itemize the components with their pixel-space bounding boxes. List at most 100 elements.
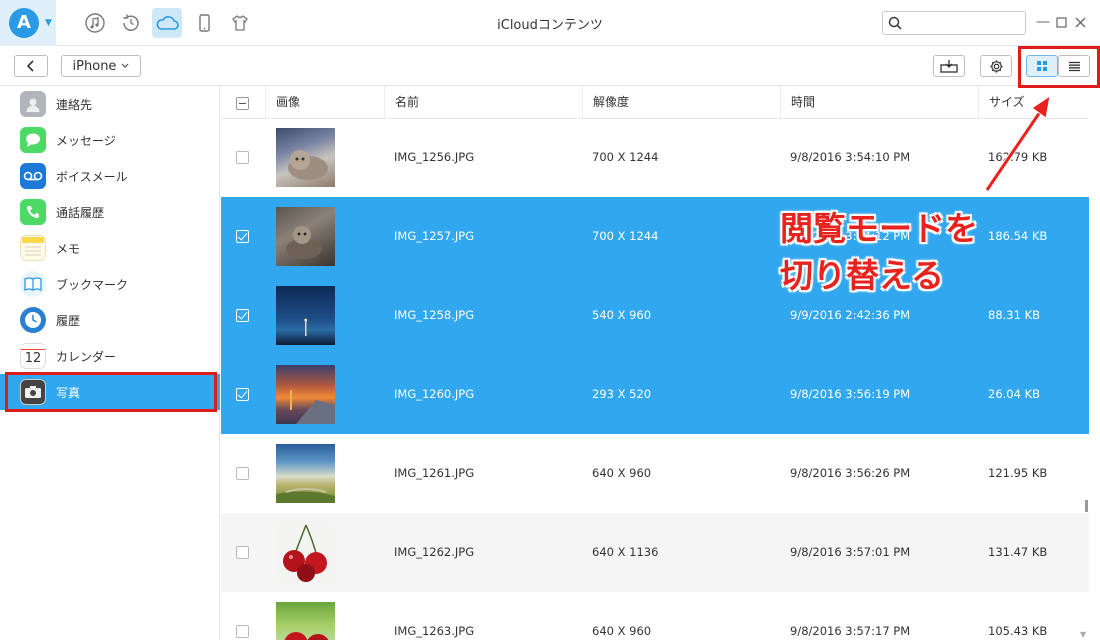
icloud-button[interactable] (152, 8, 182, 38)
cell-time: 9/8/2016 3:57:01 PM (790, 545, 911, 559)
list-view-icon (1068, 61, 1080, 71)
table-row[interactable]: IMG_1263.JPG 640 X 960 9/8/2016 3:57:17 … (221, 592, 1089, 640)
cell-size: 162.79 KB (988, 150, 1048, 164)
title-bar: A ▼ iCloudコンテンツ — (0, 0, 1100, 46)
sidebar-item-call-history[interactable]: 通話履歴 (0, 194, 220, 230)
annotation-line-2: 切り替える (780, 256, 945, 295)
cell-resolution: 640 X 960 (592, 466, 652, 480)
maximize-button[interactable] (1053, 13, 1069, 31)
sidebar-item-label: メモ (56, 241, 81, 256)
cell-time: 9/8/2016 3:56:26 PM (790, 466, 911, 480)
scroll-down-icon[interactable]: ▼ (1080, 630, 1090, 640)
column-header-name[interactable]: 名前 (384, 86, 582, 119)
table-row[interactable]: IMG_1261.JPG 640 X 960 9/8/2016 3:56:26 … (221, 434, 1089, 513)
settings-button[interactable] (980, 55, 1012, 77)
search-input[interactable] (907, 14, 1021, 32)
cell-name: IMG_1260.JPG (394, 387, 475, 401)
photo-thumbnail (276, 128, 335, 187)
chevron-down-icon: ▼ (45, 18, 52, 28)
cell-name: IMG_1261.JPG (394, 466, 475, 480)
sidebar-item-label: メッセージ (56, 133, 116, 148)
grid-view-button[interactable] (1026, 55, 1058, 77)
photo-thumbnail (276, 365, 335, 424)
camera-icon (20, 379, 46, 405)
row-checkbox[interactable] (236, 230, 249, 243)
app-logo-icon: A (9, 8, 39, 38)
cell-name: IMG_1262.JPG (394, 545, 475, 559)
row-checkbox[interactable] (236, 625, 249, 638)
minimize-button[interactable]: — (1035, 13, 1051, 31)
photo-thumbnail (276, 444, 335, 503)
cell-size: 26.04 KB (988, 387, 1041, 401)
cell-size: 131.47 KB (988, 545, 1048, 559)
table-header: 画像 名前 解像度 時間 サイズ (221, 86, 1089, 119)
device-label: iPhone (72, 58, 117, 74)
toolbox-button[interactable] (225, 8, 255, 38)
sidebar-item-label: 通話履歴 (56, 205, 105, 220)
table-row[interactable]: IMG_1262.JPG 640 X 1136 9/8/2016 3:57:01… (221, 513, 1089, 592)
sidebar-item-label: カレンダー (56, 349, 117, 364)
table-row[interactable]: IMG_1256.JPG 700 X 1244 9/8/2016 3:54:10… (221, 118, 1089, 197)
cell-resolution: 293 X 520 (592, 387, 652, 401)
row-checkbox[interactable] (236, 151, 249, 164)
cell-resolution: 640 X 1136 (592, 545, 659, 559)
phone-icon (20, 199, 46, 225)
row-checkbox[interactable] (236, 309, 249, 322)
sidebar-item-bookmarks[interactable]: ブックマーク (0, 266, 220, 302)
device-button[interactable] (189, 8, 219, 38)
sidebar-item-contacts[interactable]: 連絡先 (0, 86, 220, 122)
cell-time: 9/8/2016 3:56:19 PM (790, 387, 911, 401)
sidebar-item-history[interactable]: 履歴 (0, 302, 220, 338)
close-button[interactable] (1072, 13, 1088, 31)
back-button[interactable] (14, 55, 48, 77)
calendar-day: 12 (24, 350, 42, 366)
sidebar-item-messages[interactable]: メッセージ (0, 122, 220, 158)
annotation-line-1: 閲覧モードを (780, 209, 978, 248)
sidebar-item-label: 履歴 (56, 313, 81, 328)
export-to-pc-button[interactable] (933, 55, 965, 77)
sidebar-item-notes[interactable]: メモ (0, 230, 220, 266)
notes-icon (20, 235, 46, 261)
calendar-icon: 12 (20, 343, 46, 369)
photo-thumbnail (276, 286, 335, 345)
restore-button[interactable] (116, 8, 146, 38)
photo-thumbnail (276, 207, 335, 266)
maximize-icon (1055, 16, 1067, 28)
cell-size: 105.43 KB (988, 624, 1048, 638)
sidebar-item-voicemail[interactable]: ボイスメール (0, 158, 220, 194)
music-button[interactable] (80, 8, 110, 38)
row-checkbox[interactable] (236, 388, 249, 401)
table-row[interactable]: IMG_1260.JPG 293 X 520 9/8/2016 3:56:19 … (221, 355, 1089, 434)
sidebar-item-photos[interactable]: 写真 (0, 374, 220, 410)
close-icon (1075, 17, 1085, 27)
cell-time: 9/8/2016 3:57:17 PM (790, 624, 911, 638)
search-box[interactable] (882, 11, 1026, 35)
sidebar-item-calendar[interactable]: 12 カレンダー (0, 338, 220, 374)
search-icon (888, 16, 902, 30)
device-selector[interactable]: iPhone (61, 55, 141, 77)
column-header-size[interactable]: サイズ (978, 86, 1089, 119)
cell-resolution: 640 X 960 (592, 624, 652, 638)
download-to-computer-icon (940, 60, 958, 73)
row-checkbox[interactable] (236, 467, 249, 480)
annotation-text: 閲覧モードを 切り替える (780, 205, 1000, 299)
photo-thumbnail (276, 523, 335, 582)
sidebar-item-label: 連絡先 (56, 97, 93, 112)
column-header-time[interactable]: 時間 (780, 86, 978, 119)
sidebar-item-label: ボイスメール (56, 169, 128, 184)
column-header-image[interactable]: 画像 (265, 86, 385, 119)
clock-icon (20, 307, 46, 333)
list-view-button[interactable] (1058, 55, 1090, 77)
sidebar: 連絡先 メッセージ ボイスメール 通話履歴 メモ ブックマーク 履歴 12 カレ… (0, 86, 220, 640)
chevron-down-icon (122, 63, 129, 68)
messages-icon (20, 127, 46, 153)
app-logo-menu[interactable]: A ▼ (0, 0, 56, 46)
select-all-checkbox[interactable] (236, 97, 249, 110)
cell-name: IMG_1258.JPG (394, 308, 475, 322)
column-header-resolution[interactable]: 解像度 (582, 86, 780, 119)
row-checkbox[interactable] (236, 546, 249, 559)
cell-resolution: 700 X 1244 (592, 229, 659, 243)
sidebar-item-label: ブックマーク (56, 277, 129, 292)
tshirt-icon (232, 15, 248, 31)
scrollbar-thumb[interactable] (1085, 500, 1088, 512)
